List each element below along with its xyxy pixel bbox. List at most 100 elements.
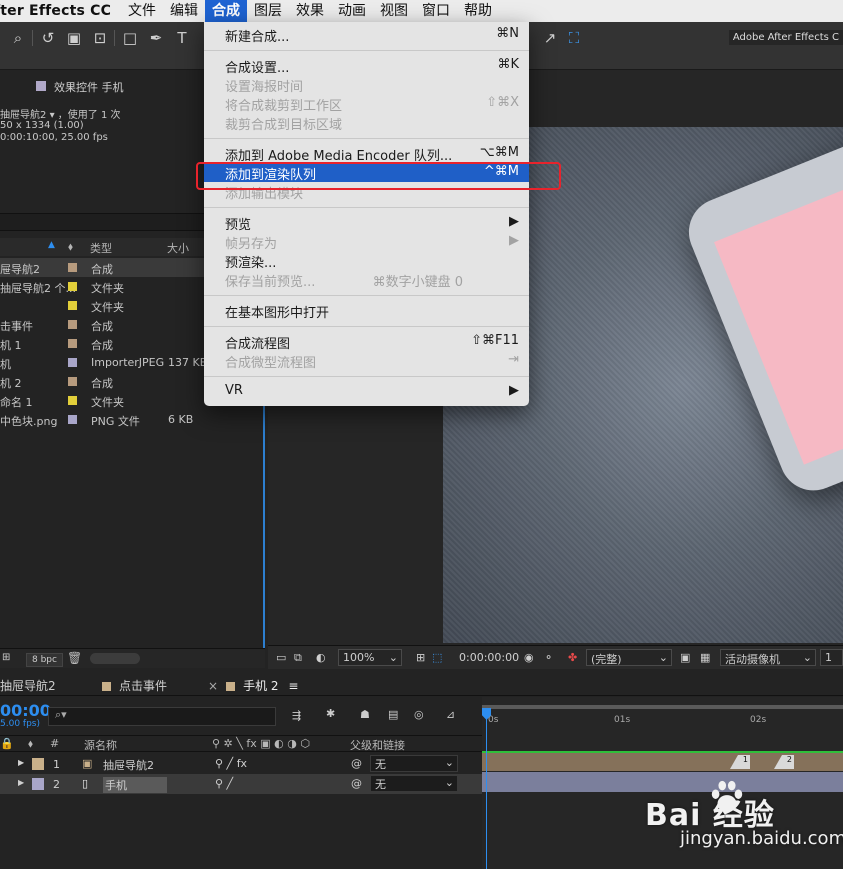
menu-item-pre-render[interactable]: 预渲染...: [204, 251, 529, 271]
label-column-icon[interactable]: ⬧: [28, 737, 33, 751]
label-swatch[interactable]: [68, 320, 77, 329]
layer-row[interactable]: ▶ 1 ▣ 抽屉导航2 ⚲ ╱ fx @ 无 ⌄: [0, 754, 482, 774]
pick-whip-icon[interactable]: @: [351, 757, 362, 770]
timeline-timecode[interactable]: 00:00: [0, 701, 51, 720]
menu-window[interactable]: 窗口: [415, 0, 457, 22]
label-swatch[interactable]: [68, 282, 77, 291]
region-of-interest-icon[interactable]: ⬚: [432, 651, 442, 664]
snapping-icon[interactable]: ⛶: [564, 28, 584, 48]
trash-icon[interactable]: 🗑: [67, 651, 82, 665]
resolution-select[interactable]: (完整) ⌄: [586, 649, 672, 666]
flowchart-icon[interactable]: ⊞: [2, 652, 10, 663]
rectangle-tool-icon[interactable]: □: [120, 28, 140, 48]
column-source-name[interactable]: 源名称: [84, 737, 117, 753]
label-swatch[interactable]: [68, 301, 77, 310]
hamburger-icon[interactable]: ≡: [288, 679, 298, 693]
composition-mini-flowchart-icon[interactable]: ⇶: [292, 709, 301, 722]
expand-triangle-icon[interactable]: ▶: [18, 758, 24, 767]
draft-3d-icon[interactable]: ✱: [326, 707, 335, 720]
label-swatch[interactable]: [68, 377, 77, 386]
motion-blur-icon[interactable]: ◎: [414, 708, 424, 721]
layer-label-swatch[interactable]: [32, 778, 44, 790]
menu-effect[interactable]: 效果: [289, 0, 331, 22]
parent-select[interactable]: @ 无 ⌄: [351, 755, 458, 772]
always-preview-icon[interactable]: ▭: [276, 651, 286, 664]
menu-animation[interactable]: 动画: [331, 0, 373, 22]
layer-label-swatch[interactable]: [32, 758, 44, 770]
layer-bar[interactable]: 1 2: [482, 751, 843, 771]
pick-whip-icon[interactable]: @: [351, 777, 362, 790]
horizontal-scrollbar[interactable]: [90, 653, 140, 664]
menu-item-composition-settings[interactable]: 合成设置... ⌘K: [204, 56, 529, 76]
number-column[interactable]: #: [50, 737, 59, 750]
tab-click-event[interactable]: 点击事件: [102, 677, 167, 694]
parent-select[interactable]: @ 无 ⌄: [351, 775, 458, 792]
project-item-type: PNG 文件: [91, 415, 140, 428]
layer-name[interactable]: 抽屉导航2: [103, 757, 154, 773]
close-icon[interactable]: ×: [208, 679, 218, 693]
layer-marker[interactable]: 2: [774, 755, 794, 769]
current-time[interactable]: 0:00:00:00: [459, 651, 519, 664]
shy-icon[interactable]: ☗: [360, 708, 370, 721]
menu-item-new-composition[interactable]: 新建合成... ⌘N: [204, 25, 529, 45]
graph-editor-icon[interactable]: ⊿: [446, 708, 455, 721]
transparency-grid-icon[interactable]: ▦: [700, 651, 710, 664]
views-select[interactable]: 1: [820, 649, 843, 666]
show-snapshot-icon[interactable]: ⚬: [544, 651, 553, 664]
3d-glasses-icon[interactable]: ⧉: [294, 651, 302, 665]
label-swatch[interactable]: [68, 396, 77, 405]
zoom-select[interactable]: 100% ⌄: [338, 649, 402, 666]
tab-drawer-nav[interactable]: 抽屉导航2: [0, 677, 56, 694]
column-type[interactable]: 类型: [90, 240, 112, 256]
switches-icons[interactable]: ⚲ ✲ ╲ fx ▣ ◐ ◑ ⬡: [212, 737, 310, 750]
resolution-icon[interactable]: ⊞: [416, 651, 425, 664]
menu-composition[interactable]: 合成: [205, 0, 248, 22]
column-size[interactable]: 大小: [167, 240, 189, 256]
layer-name[interactable]: 手机: [103, 777, 167, 793]
tab-phone-2[interactable]: × 手机 2 ≡: [208, 677, 298, 694]
text-tool-icon[interactable]: T: [172, 28, 192, 48]
layer-switches[interactable]: ⚲ ╱ fx: [215, 757, 247, 770]
fx-switch[interactable]: fx: [237, 757, 247, 770]
menu-item-vr[interactable]: VR ▶: [204, 382, 529, 401]
expand-triangle-icon[interactable]: ▶: [18, 778, 24, 787]
sort-arrow-icon[interactable]: ▲: [48, 240, 55, 250]
menu-item-composition-flowchart[interactable]: 合成流程图 ⇧⌘F11: [204, 332, 529, 352]
label-swatch[interactable]: [68, 415, 77, 424]
project-item[interactable]: 中色块.png PNG 文件 6 KB: [0, 410, 265, 429]
bit-depth-button[interactable]: 8 bpc: [26, 653, 63, 667]
pan-behind-tool-icon[interactable]: ⊡: [90, 28, 110, 48]
frame-blending-icon[interactable]: ▤: [388, 708, 398, 721]
menu-layer[interactable]: 图层: [247, 0, 289, 22]
menu-item-add-to-media-encoder[interactable]: 添加到 Adobe Media Encoder 队列... ⌥⌘M: [204, 144, 529, 164]
app-menu[interactable]: fter Effects CC: [0, 3, 121, 19]
label-swatch[interactable]: [68, 358, 77, 367]
lock-icon[interactable]: 🔒: [0, 737, 14, 750]
layer-marker[interactable]: 1: [730, 755, 750, 769]
label-swatch[interactable]: [68, 339, 77, 348]
layer-row[interactable]: ▶ 2 ▯ 手机 ⚲ ╱ @ 无 ⌄: [0, 774, 482, 794]
layer-switches[interactable]: ⚲ ╱: [215, 777, 233, 790]
menu-edit[interactable]: 编辑: [163, 0, 205, 22]
search-icon[interactable]: ⌕: [8, 28, 28, 48]
fast-preview-icon[interactable]: ▣: [680, 651, 690, 664]
column-parent[interactable]: 父级和链接: [350, 737, 405, 753]
playhead[interactable]: [486, 711, 487, 869]
channel-icon[interactable]: ✤: [568, 651, 577, 664]
menu-item-preview[interactable]: 预览 ▶: [204, 213, 529, 233]
pen-tool-icon[interactable]: ✒: [146, 28, 166, 48]
menu-view[interactable]: 视图: [373, 0, 415, 22]
snapshot-icon[interactable]: ◉: [524, 651, 534, 664]
camera-select[interactable]: 活动摄像机 ⌄: [720, 649, 816, 666]
layer-search-input[interactable]: ⌕▾: [48, 707, 276, 726]
menu-file[interactable]: 文件: [121, 0, 163, 22]
rotate-tool-icon[interactable]: ↺: [38, 28, 58, 48]
camera-tool-icon[interactable]: ▣: [64, 28, 84, 48]
mask-visibility-icon[interactable]: ◐: [316, 651, 326, 664]
label-swatch[interactable]: [68, 263, 77, 272]
menu-help[interactable]: 帮助: [457, 0, 499, 22]
puppet-tool-icon[interactable]: ↗: [540, 28, 560, 48]
time-ruler[interactable]: 0s 01s 02s: [482, 709, 843, 735]
label-column-icon[interactable]: ⬧: [68, 240, 73, 254]
menu-item-open-in-essential-graphics[interactable]: 在基本图形中打开: [204, 301, 529, 321]
